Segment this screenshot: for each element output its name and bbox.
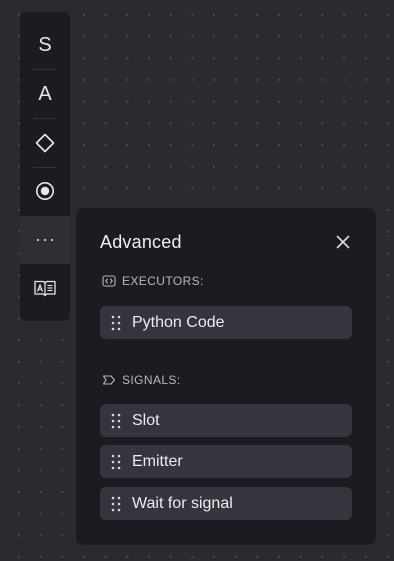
section-signals-text: SIGNALS: [122, 373, 181, 387]
translate-book-icon [34, 280, 56, 297]
close-button[interactable] [332, 231, 354, 253]
code-brackets-icon [102, 274, 116, 288]
panel-title: Advanced [100, 232, 182, 252]
tool-more-button[interactable] [20, 216, 70, 264]
diamond-icon [35, 133, 55, 153]
palette-item-label: Emitter [132, 452, 183, 470]
palette-item-label: Slot [132, 411, 160, 429]
radio-target-icon [36, 182, 54, 200]
toolbar: S A [20, 12, 70, 321]
signal-tag-icon [102, 373, 116, 387]
advanced-panel: Advanced EXECUTORS: Python Code SIGNALS:… [76, 208, 376, 545]
palette-item-wait-for-signal[interactable]: Wait for signal [100, 487, 352, 520]
palette-item-label: Wait for signal [132, 494, 233, 512]
palette-item-emitter[interactable]: Emitter [100, 445, 352, 478]
drag-handle-icon[interactable] [110, 453, 122, 471]
tool-radio-button[interactable] [20, 167, 70, 215]
section-signals-label: SIGNALS: [102, 373, 181, 387]
ellipsis-icon [36, 238, 54, 242]
tool-s-label: S [38, 33, 52, 56]
tool-translate-button[interactable] [20, 264, 70, 312]
palette-item-slot[interactable]: Slot [100, 404, 352, 437]
tool-s-button[interactable]: S [20, 21, 70, 69]
palette-item-label: Python Code [132, 313, 225, 331]
tool-a-label: A [38, 82, 52, 105]
drag-handle-icon[interactable] [110, 495, 122, 513]
close-icon [336, 235, 350, 249]
palette-item-python-code[interactable]: Python Code [100, 306, 352, 339]
drag-handle-icon[interactable] [110, 314, 122, 332]
section-executors-text: EXECUTORS: [122, 274, 204, 288]
tool-a-button[interactable]: A [20, 70, 70, 118]
tool-diamond-button[interactable] [20, 119, 70, 167]
section-executors-label: EXECUTORS: [102, 274, 204, 288]
drag-handle-icon[interactable] [110, 412, 122, 430]
